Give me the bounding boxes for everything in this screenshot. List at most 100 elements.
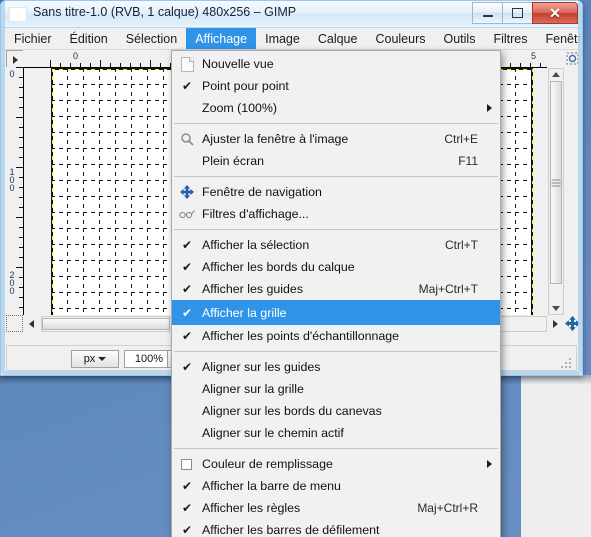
menu-item-afficher-points-echantillonnage[interactable]: ✔ Afficher les points d'échantillonnage: [172, 325, 500, 347]
menu-item-afficher-guides[interactable]: ✔ Afficher les guides Maj+Ctrl+T: [172, 278, 500, 300]
resize-grip[interactable]: [561, 356, 573, 368]
menu-item-label: Aligner sur le chemin actif: [202, 426, 344, 440]
ruler-tick: [19, 257, 23, 258]
minimize-button[interactable]: [472, 2, 503, 24]
scroll-left-button[interactable]: [23, 316, 40, 332]
vruler-label-0: 0: [7, 69, 17, 77]
menubar-item-edition[interactable]: Édition: [61, 28, 117, 49]
menu-item-label: Afficher les bords du calque: [202, 260, 355, 274]
ruler-tick: [120, 63, 122, 67]
arrow-right-icon: [553, 320, 558, 328]
ruler-tick: [150, 60, 152, 67]
menu-item-ajuster-fenetre[interactable]: Ajuster la fenêtre à l'image Ctrl+E: [172, 128, 500, 150]
menubar-label: Fichier: [14, 31, 52, 46]
ruler-tick: [16, 167, 23, 168]
ruler-tick: [520, 63, 522, 67]
ruler-tick: [19, 147, 23, 148]
menu-item-zoom[interactable]: Zoom (100%): [172, 97, 500, 119]
menu-separator: [174, 448, 498, 449]
menubar-item-filtres[interactable]: Filtres: [484, 28, 536, 49]
menu-item-label: Aligner sur les bords du canevas: [202, 404, 382, 418]
glasses-icon: [179, 206, 195, 222]
scroll-right-button[interactable]: [547, 316, 564, 332]
menubar-item-fenetres[interactable]: Fenêtres: [536, 28, 582, 49]
ruler-tick: [70, 63, 71, 67]
navigation-preview-button[interactable]: [564, 315, 581, 332]
ruler-tick: [19, 287, 23, 288]
check-icon: ✔: [182, 238, 193, 252]
ruler-tick: [530, 63, 532, 67]
menu-item-plein-ecran[interactable]: Plein écran F11: [172, 150, 500, 172]
menubar-item-image[interactable]: Image: [256, 28, 309, 49]
menu-item-afficher-bords-calque[interactable]: ✔ Afficher les bords du calque: [172, 256, 500, 278]
menu-item-afficher-regles[interactable]: ✔ Afficher les règles Maj+Ctrl+R: [172, 497, 500, 519]
quick-mask-toggle[interactable]: [6, 315, 23, 332]
menu-item-label: Filtres d'affichage...: [202, 207, 309, 221]
menu-item-aligner-chemin-actif[interactable]: Aligner sur le chemin actif: [172, 422, 500, 444]
vertical-scroll-thumb[interactable]: [550, 81, 562, 284]
menubar-item-fichier[interactable]: Fichier: [5, 28, 61, 49]
menu-item-label: Fenêtre de navigation: [202, 185, 322, 199]
unit-selector[interactable]: px: [71, 350, 119, 368]
menubar-item-couleurs[interactable]: Couleurs: [366, 28, 434, 49]
scroll-down-icon[interactable]: [552, 306, 560, 311]
menu-separator: [174, 123, 498, 124]
grid-line-vertical: [115, 68, 116, 315]
grid-line-vertical: [99, 68, 100, 315]
title-bar[interactable]: Sans titre-1.0 (RVB, 1 calque) 480x256 –…: [1, 1, 582, 28]
menu-item-accel: Maj+Ctrl+R: [417, 501, 478, 515]
menu-item-afficher-barres-defilement[interactable]: ✔ Afficher les barres de défilement: [172, 519, 500, 537]
menu-item-afficher-selection[interactable]: ✔ Afficher la sélection Ctrl+T: [172, 234, 500, 256]
submenu-arrow-icon: [487, 460, 492, 468]
menubar-item-selection[interactable]: Sélection: [117, 28, 186, 49]
grid-line-vertical: [515, 68, 516, 315]
ruler-tick: [100, 60, 102, 67]
menubar-label: Sélection: [125, 31, 178, 46]
ruler-tick: [19, 157, 23, 158]
menu-item-filtres-affichage[interactable]: Filtres d'affichage...: [172, 203, 500, 225]
scroll-up-icon[interactable]: [552, 72, 560, 77]
zoom-follow-window-button[interactable]: [564, 50, 581, 67]
menu-item-aligner-bords-canevas[interactable]: Aligner sur les bords du canevas: [172, 400, 500, 422]
color-box-icon: [181, 458, 192, 470]
menu-item-aligner-guides[interactable]: ✔ Aligner sur les guides: [172, 356, 500, 378]
ruler-tick: [19, 187, 23, 188]
menu-item-accel: F11: [458, 154, 478, 168]
grid-line-vertical: [531, 68, 532, 315]
menu-item-nouvelle-vue[interactable]: Nouvelle vue: [172, 53, 500, 75]
desktop-right-panel: [521, 375, 591, 537]
submenu-arrow-icon: [487, 104, 492, 112]
menubar-label: Image: [265, 31, 300, 46]
menubar-item-calque[interactable]: Calque: [309, 28, 367, 49]
menu-item-afficher-grille[interactable]: ✔ Afficher la grille: [172, 300, 500, 325]
maximize-button[interactable]: [502, 2, 533, 24]
menu-item-aligner-grille[interactable]: Aligner sur la grille: [172, 378, 500, 400]
menubar-item-affichage[interactable]: Affichage: [186, 28, 257, 49]
zoom-value: 100%: [134, 353, 163, 365]
ruler-tick: [16, 217, 23, 218]
menu-separator: [174, 176, 498, 177]
grid-line-vertical: [83, 68, 84, 315]
menu-item-point-pour-point[interactable]: ✔ Point pour point: [172, 75, 500, 97]
vertical-ruler[interactable]: 0 100 200: [6, 67, 24, 315]
menu-item-afficher-barre-menu[interactable]: ✔ Afficher la barre de menu: [172, 475, 500, 497]
close-button[interactable]: ✕: [532, 2, 578, 24]
menubar-item-outils[interactable]: Outils: [435, 28, 485, 49]
menu-item-couleur-remplissage[interactable]: Couleur de remplissage: [172, 453, 500, 475]
vertical-scrollbar[interactable]: [548, 68, 564, 315]
menu-separator: [174, 229, 498, 230]
ruler-tick: [19, 237, 23, 238]
ruler-tick: [19, 307, 23, 308]
move-arrows-icon: [565, 316, 580, 331]
check-icon: ✔: [182, 305, 193, 320]
menu-item-label: Couleur de remplissage: [202, 457, 333, 471]
check-icon: ✔: [182, 329, 193, 343]
menu-item-fenetre-navigation[interactable]: Fenêtre de navigation: [172, 181, 500, 203]
menu-separator: [174, 351, 498, 352]
magnifier-icon: [179, 131, 195, 147]
grid-line-vertical: [147, 68, 148, 315]
ruler-tick: [16, 117, 23, 118]
horizontal-scroll-thumb[interactable]: [42, 318, 170, 330]
ruler-tick: [90, 63, 92, 67]
ruler-tick: [19, 137, 23, 138]
